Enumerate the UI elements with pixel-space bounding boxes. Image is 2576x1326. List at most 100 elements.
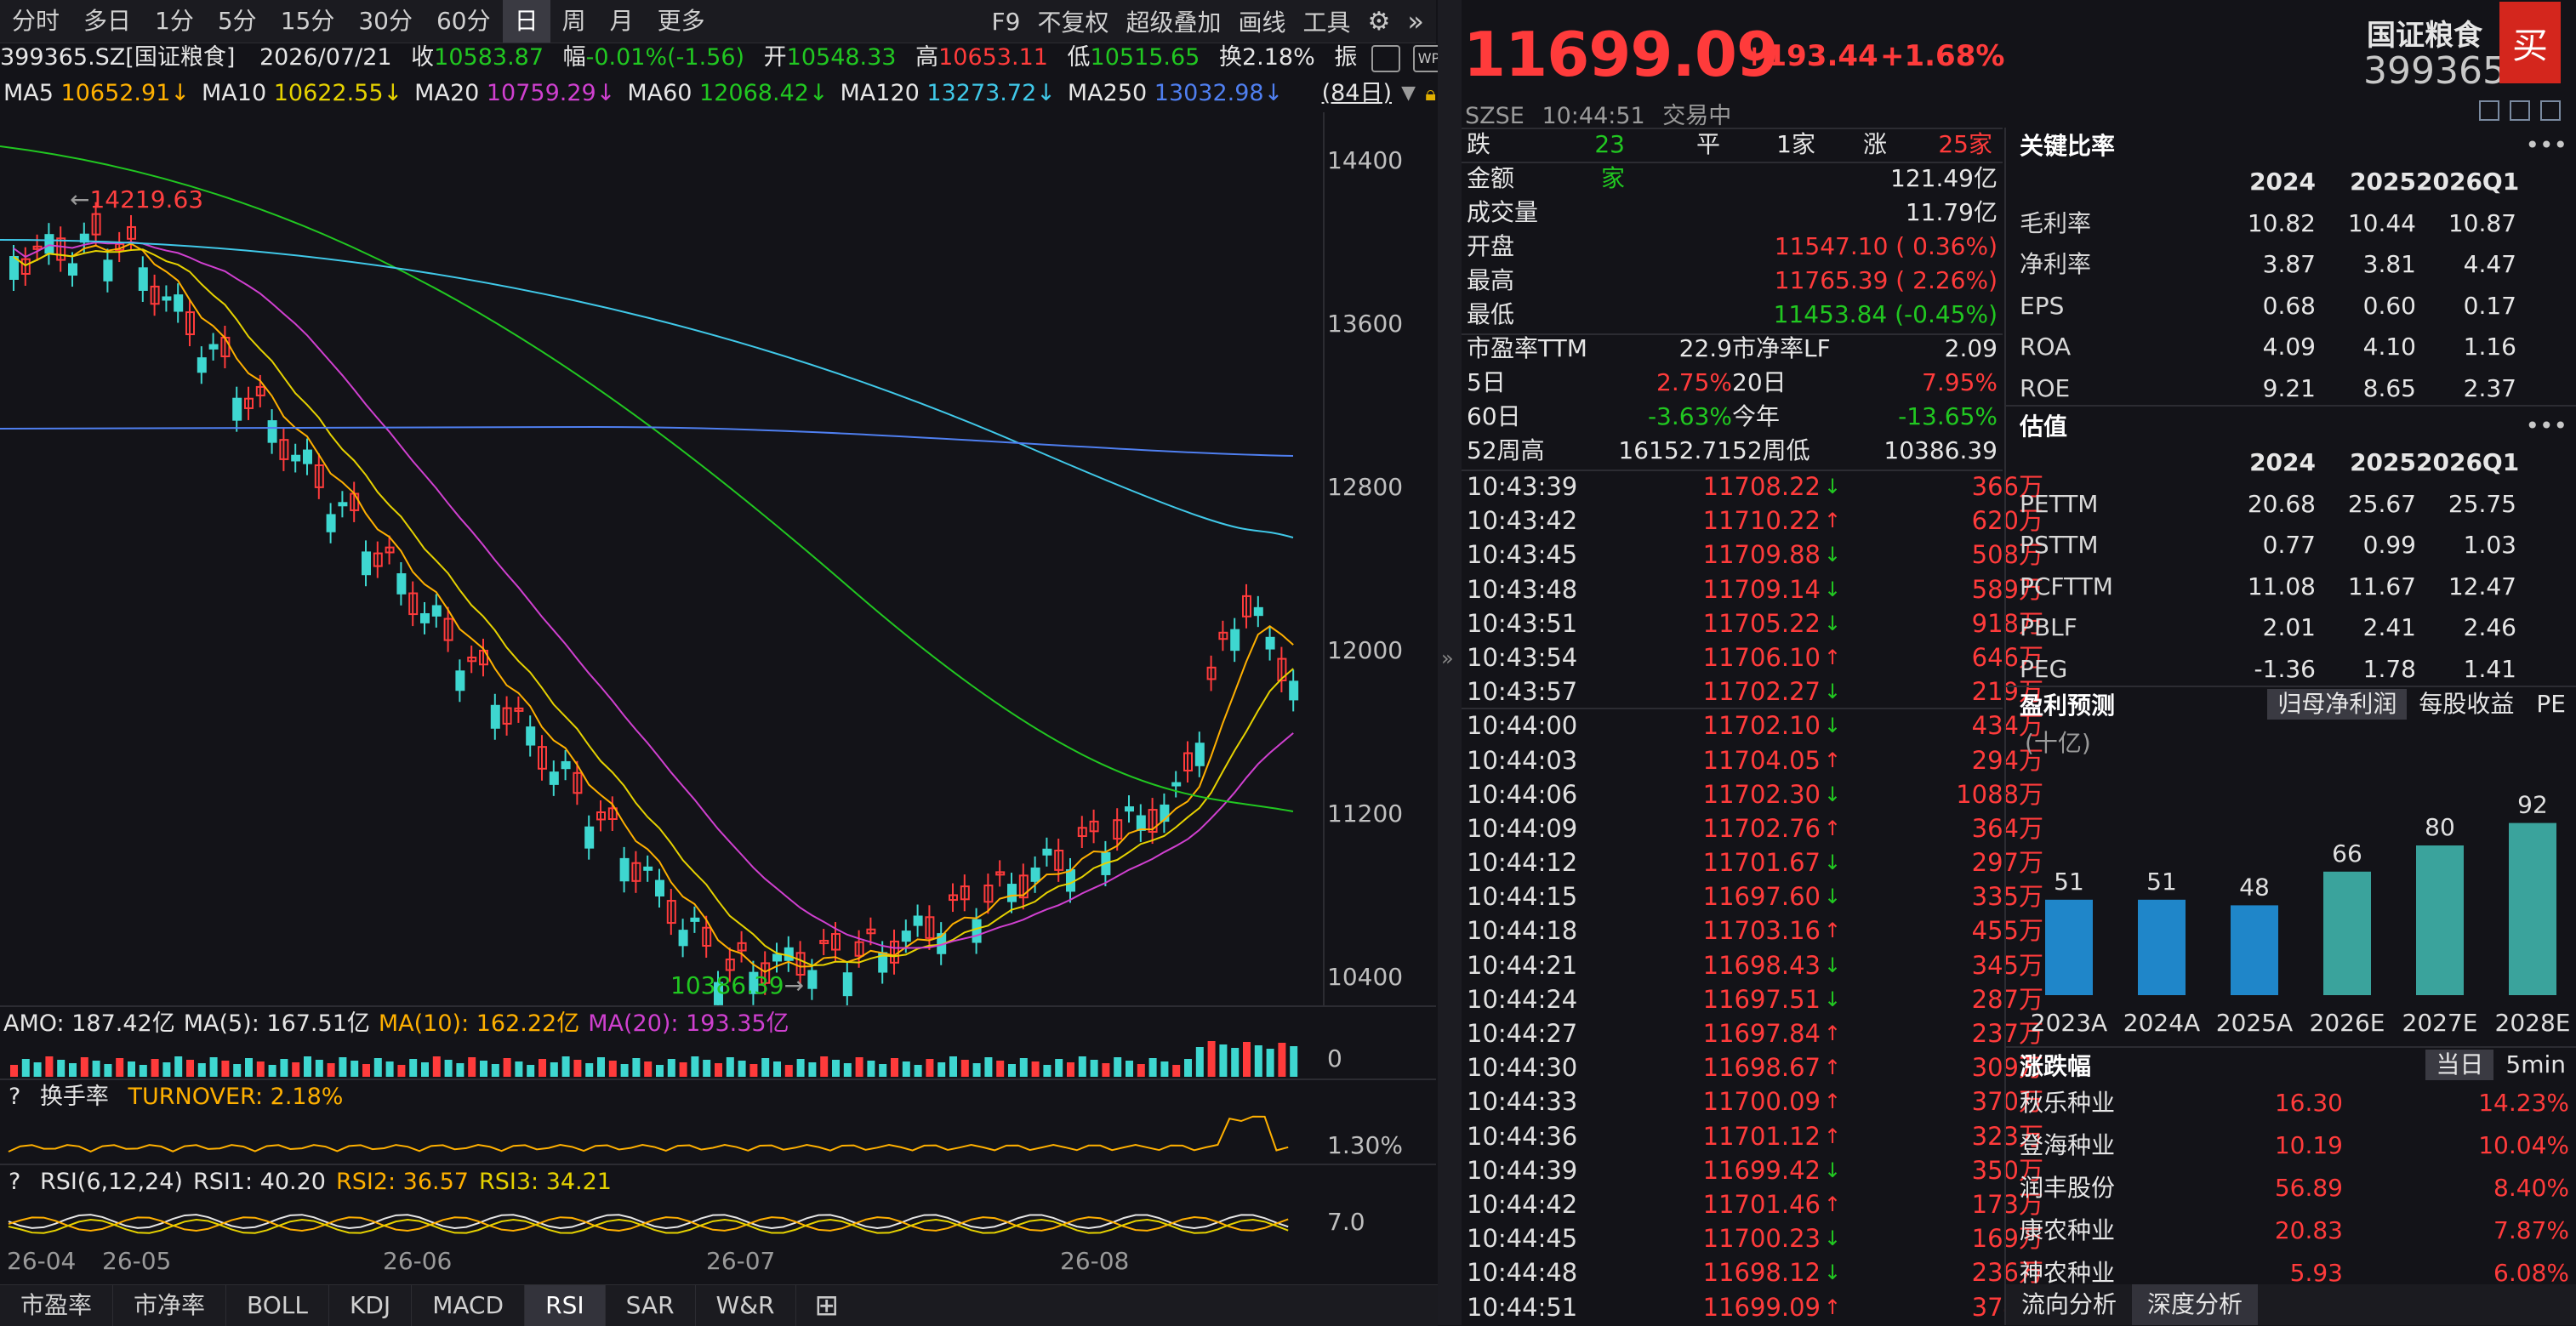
tick-time: 10:43:42: [1467, 506, 1578, 536]
list-item[interactable]: 润丰股份 56.89 8.40%: [2020, 1167, 2576, 1209]
list-item[interactable]: 秋乐种业 16.30 14.23%: [2020, 1082, 2576, 1124]
indicator-tab-1[interactable]: 市净率: [113, 1285, 227, 1326]
indicator-tab-0[interactable]: 市盈率: [0, 1285, 114, 1326]
forecast-tab-0[interactable]: 归母净利润: [2267, 689, 2408, 720]
table-cell: 0.77: [2262, 531, 2316, 559]
analysis-tab-1[interactable]: 深度分析: [2132, 1284, 2259, 1325]
valuation-rows: PETTM 20.68 25.67 25.75 PSTTM 0.77 0.99 1.03 PCF…: [2020, 484, 2576, 691]
forecast-tab-1[interactable]: 每股收益: [2408, 689, 2524, 720]
list-item[interactable]: 康农种业 20.83 7.87%: [2020, 1209, 2576, 1252]
toolbar-item-4[interactable]: 工具: [1303, 4, 1351, 38]
tick-time: 10:44:12: [1467, 848, 1578, 878]
toolbar-item-3[interactable]: 画线: [1238, 4, 1285, 38]
toolbar-item-0[interactable]: F9: [992, 8, 1021, 36]
indicator-tab-3[interactable]: KDJ: [329, 1285, 413, 1326]
volume-chart[interactable]: [0, 1039, 1327, 1077]
volume-bar: [667, 1059, 675, 1077]
volume-bar: [1126, 1061, 1133, 1077]
volume-bar: [1043, 1065, 1051, 1077]
indicator-tab-7[interactable]: W&R: [696, 1285, 796, 1326]
volume-bar: [151, 1059, 159, 1077]
add-tab-icon[interactable]: ⊞: [796, 1285, 858, 1326]
period-tab-8[interactable]: 周: [550, 0, 598, 43]
arrow-down-icon: ↓: [1823, 1158, 1842, 1182]
more-icon[interactable]: •••: [2525, 131, 2567, 159]
tick-list[interactable]: 10:43:39 11708.22 ↓ 366万 10:43:42 11710.22 ↑ 62…: [1467, 470, 2045, 1324]
price-axis-label: 14400: [1327, 146, 1404, 174]
period-tab-4[interactable]: 15分: [269, 0, 347, 43]
movers-tab-0[interactable]: 当日: [2425, 1050, 2494, 1080]
volume-bar: [327, 1063, 335, 1077]
candle-body: [1042, 848, 1052, 856]
edit-icon[interactable]: [2479, 100, 2499, 121]
help-icon[interactable]: ?: [9, 1084, 20, 1110]
period-tab-3[interactable]: 5分: [206, 0, 269, 43]
ma120-line: [0, 239, 1294, 538]
lock-icon[interactable]: 🔒︎: [1425, 77, 1436, 111]
panel-collapse-strip[interactable]: »: [1438, 0, 1462, 1325]
period-tab-7[interactable]: 日: [502, 0, 550, 43]
tick-time: 10:43:48: [1467, 574, 1578, 604]
tick-price: 11699.42: [1702, 1155, 1821, 1185]
arrow-down-icon: ↓: [1823, 543, 1842, 567]
volume-bar: [421, 1062, 429, 1077]
help-icon[interactable]: ?: [9, 1169, 20, 1195]
indicator-tab-4[interactable]: MACD: [412, 1285, 526, 1326]
movers-tab-1[interactable]: 5min: [2495, 1050, 2576, 1080]
buy-button[interactable]: 买: [2499, 2, 2561, 83]
table-cell: 9.21: [2262, 373, 2316, 402]
volume-bar: [679, 1062, 687, 1077]
tick-row: 10:43:54 11706.10 ↑ 646万: [1467, 640, 2045, 674]
table-row-label: 毛利率: [2020, 208, 2092, 237]
period-tab-6[interactable]: 60分: [425, 0, 503, 43]
ma-days[interactable]: (84日): [1322, 77, 1392, 111]
forecast-bar-chart[interactable]: 51 2023A 51 2024A 48 2025A 66 2026E 80 2027E 92 202…: [2020, 748, 2576, 1038]
indicator-tab-2[interactable]: BOLL: [226, 1285, 329, 1326]
turnover-chart[interactable]: [0, 1114, 1327, 1164]
period-tab-1[interactable]: 多日: [71, 0, 143, 43]
analysis-tab-0[interactable]: 流向分析: [2006, 1284, 2132, 1325]
chevron-right-icon[interactable]: »: [1441, 646, 1454, 670]
list-item[interactable]: 登海种业 10.19 10.04%: [2020, 1124, 2576, 1167]
stock-price: 20.83: [2274, 1216, 2343, 1244]
tick-volume: 918万: [1971, 608, 2043, 638]
candle-body: [362, 551, 371, 576]
stat-pair-row: 市盈率TTM 22.9 市净率LF 2.09: [1467, 332, 1998, 366]
period-tab-9[interactable]: 月: [598, 0, 646, 43]
tick-volume: 219万: [1971, 677, 2043, 707]
volume-bar: [749, 1064, 758, 1077]
high-label: 高: [915, 44, 939, 71]
dropdown-triangle-icon[interactable]: ▼: [1401, 77, 1416, 111]
volume-bar: [644, 1061, 653, 1077]
rsi-chart[interactable]: [0, 1199, 1327, 1243]
volume-bar: [960, 1060, 969, 1077]
period-tab-5[interactable]: 30分: [346, 0, 425, 43]
indicator-tab-5[interactable]: RSI: [525, 1285, 606, 1326]
price-change: +193.44: [1742, 39, 1878, 73]
wechat-icon[interactable]: [1371, 44, 1400, 72]
table-cell: 25.67: [2347, 489, 2416, 518]
add-icon[interactable]: [2540, 100, 2561, 121]
tick-price: 11709.88: [1702, 540, 1821, 570]
toolbar-item-1[interactable]: 不复权: [1037, 4, 1108, 38]
breadth-flat-label: 平: [1695, 130, 1720, 158]
toolbar-item-2[interactable]: 超级叠加: [1126, 4, 1221, 38]
indicator-tab-6[interactable]: SAR: [606, 1285, 696, 1326]
volume-bar: [503, 1058, 511, 1077]
more-icon[interactable]: •••: [2525, 412, 2567, 440]
last-price: 11699.09: [1463, 19, 1779, 90]
window-icon[interactable]: [2510, 100, 2530, 121]
gear-icon[interactable]: ⚙: [1368, 7, 1391, 37]
period-tab-2[interactable]: 1分: [143, 0, 206, 43]
period-tab-10[interactable]: 更多: [646, 0, 717, 43]
high-marker-value: 14219.63: [89, 185, 204, 213]
table-cell: 25.75: [2448, 489, 2516, 518]
expand-icon[interactable]: »: [1407, 5, 1424, 37]
period-tab-0[interactable]: 分时: [0, 0, 71, 43]
tick-volume: 350万: [1971, 1155, 2043, 1185]
kline-chart[interactable]: [0, 112, 1436, 1005]
table-corner: [2020, 162, 2215, 203]
volume-bar: [761, 1058, 770, 1077]
tick-price: 11706.10: [1702, 642, 1821, 672]
forecast-tab-2[interactable]: PE: [2526, 689, 2576, 720]
